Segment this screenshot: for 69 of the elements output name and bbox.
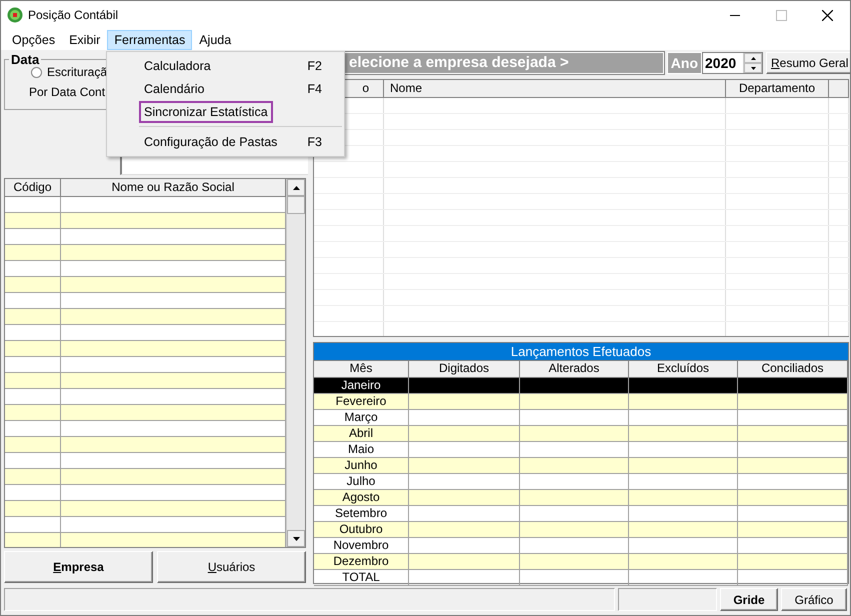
scroll-thumb[interactable] bbox=[287, 196, 305, 214]
month-label: TOTAL bbox=[342, 570, 380, 584]
close-icon[interactable] bbox=[822, 10, 832, 20]
month-label: Agosto bbox=[342, 490, 380, 504]
column-header[interactable]: Excluídos bbox=[629, 361, 738, 377]
radio-label: Escrituraçã bbox=[47, 65, 108, 79]
table-row[interactable]: TOTAL bbox=[314, 570, 848, 586]
table-row[interactable] bbox=[5, 373, 286, 389]
menu-item[interactable]: Calendário bbox=[144, 82, 308, 96]
view-button[interactable]: Gride bbox=[720, 588, 778, 611]
month-label: Maio bbox=[348, 442, 374, 456]
column-header[interactable]: Código bbox=[5, 179, 61, 196]
month-label: Novembro bbox=[333, 538, 389, 552]
radio-button[interactable] bbox=[31, 66, 42, 78]
table-row[interactable]: Dezembro bbox=[314, 554, 848, 570]
month-label: Julho bbox=[346, 474, 376, 488]
group-title: Data bbox=[10, 52, 40, 67]
menu-item[interactable]: Exibir bbox=[62, 30, 108, 50]
table-row[interactable] bbox=[5, 501, 286, 517]
table-row[interactable]: Abril bbox=[314, 426, 848, 442]
menu-item[interactable]: Ajuda bbox=[192, 30, 238, 50]
month-label: Outubro bbox=[339, 522, 383, 536]
column-header[interactable]: Alterados bbox=[520, 361, 629, 377]
table-row[interactable] bbox=[5, 469, 286, 485]
month-label: Janeiro bbox=[341, 378, 381, 392]
menu-item[interactable]: Sincronizar Estatística bbox=[139, 100, 273, 122]
tab-button[interactable]: Usuários bbox=[157, 551, 306, 583]
app-icon bbox=[7, 7, 23, 23]
table-row[interactable] bbox=[5, 277, 286, 293]
menu-item[interactable]: Opções bbox=[5, 30, 62, 50]
column-header[interactable]: Departamento bbox=[726, 80, 829, 97]
month-label: Junho bbox=[344, 458, 378, 472]
month-label: Abril bbox=[348, 426, 373, 440]
column-header[interactable]: Nome ou Razão Social bbox=[61, 179, 286, 196]
maximize-icon[interactable] bbox=[776, 10, 786, 20]
table-row[interactable] bbox=[5, 245, 286, 261]
window-title: Posição Contábil bbox=[28, 8, 120, 22]
table-title: Lançamentos Efetuados bbox=[314, 343, 848, 361]
table-row[interactable] bbox=[5, 341, 286, 357]
table-row[interactable]: Fevereiro bbox=[314, 394, 848, 410]
column-header[interactable]: Nome bbox=[384, 80, 726, 97]
column-header[interactable]: Mês bbox=[314, 361, 409, 377]
summary-button[interactable]: Resumo Geral bbox=[766, 52, 850, 74]
table-row[interactable]: Outubro bbox=[314, 522, 848, 538]
scroll-up-icon[interactable] bbox=[292, 186, 300, 190]
tab-button[interactable]: Empresa bbox=[4, 551, 153, 583]
menu-item[interactable]: Calculadora bbox=[144, 58, 308, 72]
date-label: Por Data Cont bbox=[29, 85, 106, 99]
month-label: Setembro bbox=[334, 506, 388, 520]
year-label: Ano bbox=[666, 52, 702, 74]
table-row[interactable] bbox=[5, 309, 286, 325]
menu-item[interactable]: Configuração de Pastas bbox=[144, 134, 308, 148]
column-header[interactable]: Digitados bbox=[409, 361, 520, 377]
column-header[interactable]: Conciliados bbox=[738, 361, 848, 377]
year-spinner[interactable]: 2020 bbox=[702, 52, 763, 74]
scroll-down-icon[interactable] bbox=[292, 536, 300, 540]
table-row[interactable]: Junho bbox=[314, 458, 848, 474]
table-row[interactable]: Agosto bbox=[314, 490, 848, 506]
table-row[interactable] bbox=[5, 213, 286, 229]
month-label: Fevereiro bbox=[336, 394, 386, 408]
menu-item[interactable]: Ferramentas bbox=[107, 30, 192, 50]
table-row[interactable] bbox=[5, 405, 286, 421]
month-label: Março bbox=[344, 410, 378, 424]
month-label: Dezembro bbox=[333, 554, 389, 568]
table-row[interactable]: Janeiro bbox=[314, 378, 848, 394]
shortcut-label: F3 bbox=[307, 134, 322, 148]
shortcut-label: F2 bbox=[307, 58, 322, 72]
view-button[interactable]: Gráfico bbox=[781, 588, 847, 611]
table-row[interactable] bbox=[5, 437, 286, 453]
